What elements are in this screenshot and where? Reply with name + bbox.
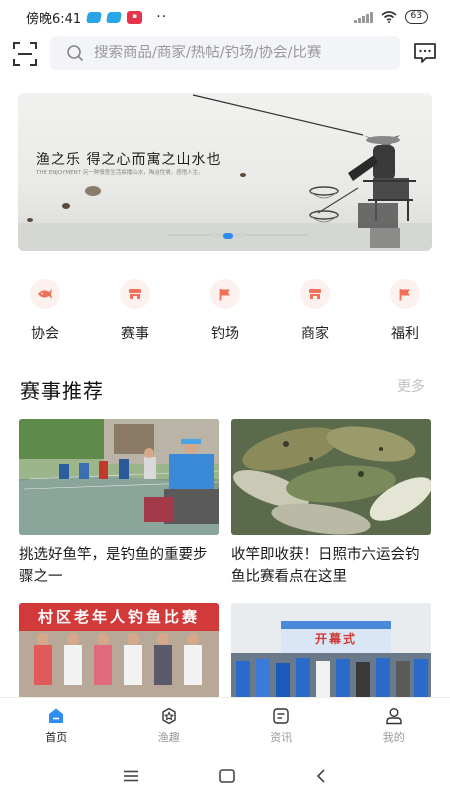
flag-icon (390, 279, 420, 309)
article-thumbnail (231, 419, 431, 535)
menu-icon[interactable] (123, 770, 139, 782)
article-card[interactable]: 村区老年人钓鱼比赛 (19, 603, 219, 699)
news-icon (273, 708, 289, 724)
message-icon[interactable] (413, 41, 437, 65)
article-thumbnail: 村区老年人钓鱼比赛 (19, 603, 219, 699)
photo-banner-text: 开幕式 (314, 632, 357, 646)
status-time: 傍晚6:41 (26, 11, 82, 27)
user-icon (386, 708, 402, 725)
search-bar[interactable] (50, 36, 400, 70)
flag-icon (210, 279, 240, 309)
home-button-icon[interactable] (219, 769, 235, 783)
banner-dot-active[interactable] (223, 233, 233, 239)
nav-label: 我的 (382, 731, 405, 744)
category-grid: 协会 赛事 钓场 商家 福利 (0, 279, 450, 343)
shop-icon (120, 279, 150, 309)
banner-title: 渔之乐 得之心而寓之山水也 (36, 152, 222, 168)
banner-dot[interactable] (237, 233, 243, 239)
system-navigation-bar (0, 752, 450, 800)
category-label: 福利 (391, 326, 419, 342)
home-icon (49, 708, 64, 723)
category-label: 赛事 (121, 326, 149, 342)
nav-home[interactable]: 首页 (0, 698, 113, 749)
fish-icon (30, 279, 60, 309)
category-merchants[interactable]: 商家 (285, 279, 345, 343)
banner-subtitle: THE ENJOYMENT 另一种慢意生活探播山水，陶冶性情，感悟人生。 (36, 170, 204, 176)
category-label: 商家 (301, 326, 329, 342)
category-label: 钓场 (211, 326, 239, 342)
section-title: 赛事推荐 (20, 379, 104, 403)
nav-profile[interactable]: 我的 (338, 698, 450, 749)
nav-fun[interactable]: 渔趣 (113, 698, 226, 749)
app-notification-icon: ▪ (127, 10, 143, 24)
more-link[interactable]: 更多 (397, 376, 425, 396)
category-benefits[interactable]: 福利 (375, 279, 435, 343)
nav-label: 首页 (45, 731, 68, 744)
promo-banner[interactable]: 渔之乐 得之心而寓之山水也 THE ENJOYMENT 另一种慢意生活探播山水，… (18, 93, 432, 251)
nav-label: 资讯 (270, 731, 293, 744)
app-notification-icon (106, 11, 123, 23)
article-thumbnail (19, 419, 219, 535)
battery-indicator: 63 (404, 10, 428, 24)
article-card[interactable]: 开幕式 (231, 603, 431, 699)
signal-icon (354, 11, 373, 23)
article-card[interactable]: 挑选好鱼竿，是钓鱼的重要步骤之一 (19, 419, 219, 588)
banner-dot[interactable] (213, 233, 219, 239)
app-notification-icon (86, 11, 103, 23)
search-icon (67, 45, 84, 62)
article-thumbnail: 开幕式 (231, 603, 431, 699)
back-icon[interactable] (315, 769, 327, 783)
article-card[interactable]: 收竿即收获！日照市六运会钓鱼比赛看点在这里 (231, 419, 431, 588)
more-notifications-icon: ·· (156, 9, 168, 25)
category-fishing-spots[interactable]: 钓场 (195, 279, 255, 343)
category-label: 协会 (31, 326, 59, 342)
article-title: 挑选好鱼竿，是钓鱼的重要步骤之一 (19, 547, 208, 585)
photo-banner-text: 村区老年人钓鱼比赛 (37, 608, 200, 626)
category-association[interactable]: 协会 (15, 279, 75, 343)
wifi-icon (381, 11, 397, 23)
header (0, 36, 450, 72)
shop-icon (300, 279, 330, 309)
article-title: 收竿即收获！日照市六运会钓鱼比赛看点在这里 (231, 547, 420, 585)
star-box-icon (162, 707, 176, 725)
status-bar: 傍晚6:41 ▪ ·· 63 (0, 0, 450, 34)
search-input[interactable] (94, 45, 384, 61)
banner-pagination (213, 233, 243, 239)
status-right: 63 (354, 10, 428, 24)
scan-icon[interactable] (12, 41, 38, 67)
bottom-navigation: 首页 渔趣 资讯 我的 (0, 697, 450, 749)
category-events[interactable]: 赛事 (105, 279, 165, 343)
nav-label: 渔趣 (157, 731, 180, 744)
nav-news[interactable]: 资讯 (225, 698, 338, 749)
status-left: 傍晚6:41 ▪ ·· (26, 8, 167, 27)
